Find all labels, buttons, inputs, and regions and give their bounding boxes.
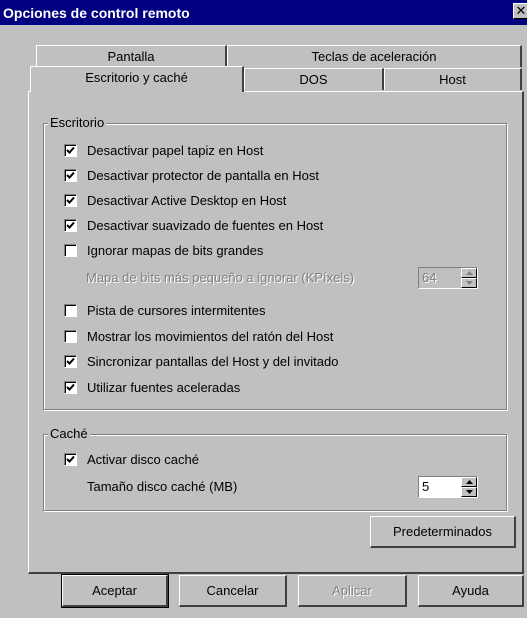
escritorio-group: Escritorio Desactivar papel tapiz en Hos… [43, 115, 507, 410]
checkbox-box[interactable] [64, 169, 77, 182]
tab-dos[interactable]: DOS [244, 68, 384, 90]
tab-teclas-aceleracion[interactable]: Teclas de aceleración [227, 45, 522, 67]
check-icon [66, 455, 75, 463]
checkbox-box[interactable] [64, 304, 77, 317]
checkbox-label: Desactivar Active Desktop en Host [87, 193, 287, 208]
checkbox-box[interactable] [64, 453, 77, 466]
checkbox-box[interactable] [64, 194, 77, 207]
checkbox-box[interactable] [64, 355, 77, 368]
check-icon [66, 383, 75, 391]
check-icon [66, 357, 75, 365]
accept-button[interactable]: Aceptar [61, 574, 169, 608]
check-icon [66, 146, 75, 154]
arrow-down-icon [466, 281, 473, 285]
spin-down-button[interactable] [461, 487, 477, 497]
cache-group-label: Caché [48, 426, 90, 441]
cancel-button[interactable]: Cancelar [179, 575, 287, 607]
help-button-label: Ayuda [452, 583, 489, 598]
apply-button[interactable]: Aplicar [298, 575, 407, 607]
title-bar[interactable]: Opciones de control remoto ✕ [0, 0, 527, 25]
tab-pantalla-label: Pantalla [107, 49, 155, 64]
tab-host[interactable]: Host [384, 68, 522, 90]
checkbox-label: Desactivar papel tapiz en Host [87, 143, 264, 158]
min-bitmap-spinner[interactable]: 64 [418, 267, 478, 289]
min-bitmap-label: Mapa de bits más pequeño a ignorar (KPíx… [86, 270, 355, 285]
defaults-button-label: Predeterminados [393, 524, 492, 539]
close-icon: ✕ [515, 3, 527, 18]
checkbox-box[interactable] [64, 381, 77, 394]
spin-up-button[interactable] [461, 477, 477, 487]
tab-host-label: Host [439, 72, 466, 87]
cache-group: Caché Activar disco caché Tamaño disco c… [43, 426, 507, 511]
checkbox-box[interactable] [64, 330, 77, 343]
checkbox-box[interactable] [64, 244, 77, 257]
checkbox-label: Desactivar protector de pantalla en Host [87, 168, 319, 183]
tab-panel: Escritorio Desactivar papel tapiz en Hos… [28, 91, 524, 574]
escritorio-group-label: Escritorio [48, 115, 107, 130]
window-title: Opciones de control remoto [3, 5, 190, 21]
accept-button-label: Aceptar [92, 583, 137, 598]
close-button[interactable]: ✕ [513, 3, 527, 19]
tab-pantalla[interactable]: Pantalla [36, 45, 227, 67]
checkbox-box[interactable] [64, 219, 77, 232]
spin-down-button[interactable] [461, 278, 477, 288]
checkbox-label: Utilizar fuentes aceleradas [87, 380, 241, 395]
checkbox-label: Ignorar mapas de bits grandes [87, 243, 264, 258]
checkbox-label: Desactivar suavizado de fuentes en Host [87, 218, 324, 233]
check-icon [66, 221, 75, 229]
cache-size-spinner[interactable]: 5 [418, 476, 478, 498]
tab-escritorio-cache[interactable]: Escritorio y caché [30, 66, 244, 92]
arrow-up-icon [466, 271, 473, 275]
checkbox-label: Pista de cursores intermitentes [87, 303, 266, 318]
defaults-button[interactable]: Predeterminados [370, 516, 516, 548]
cancel-button-label: Cancelar [206, 583, 259, 598]
checkbox-label: Mostrar los movimientos del ratón del Ho… [87, 329, 334, 344]
checkbox-label: Sincronizar pantallas del Host y del inv… [87, 354, 339, 369]
min-bitmap-value: 64 [422, 270, 437, 285]
spin-up-button[interactable] [461, 268, 477, 278]
checkbox-label: Activar disco caché [87, 452, 199, 467]
apply-button-label: Aplicar [332, 583, 372, 598]
dialog-window: Opciones de control remoto ✕ Pantalla Te… [0, 0, 527, 618]
check-icon [66, 196, 75, 204]
tab-escritorio-cache-label: Escritorio y caché [85, 70, 188, 85]
tab-teclas-aceleracion-label: Teclas de aceleración [311, 49, 437, 64]
arrow-down-icon [466, 490, 473, 494]
cache-size-value[interactable]: 5 [422, 479, 429, 494]
help-button[interactable]: Ayuda [418, 575, 524, 607]
cache-size-label: Tamaño disco caché (MB) [87, 479, 238, 494]
check-icon [66, 171, 75, 179]
arrow-up-icon [466, 480, 473, 484]
tab-dos-label: DOS [299, 72, 328, 87]
checkbox-box[interactable] [64, 144, 77, 157]
